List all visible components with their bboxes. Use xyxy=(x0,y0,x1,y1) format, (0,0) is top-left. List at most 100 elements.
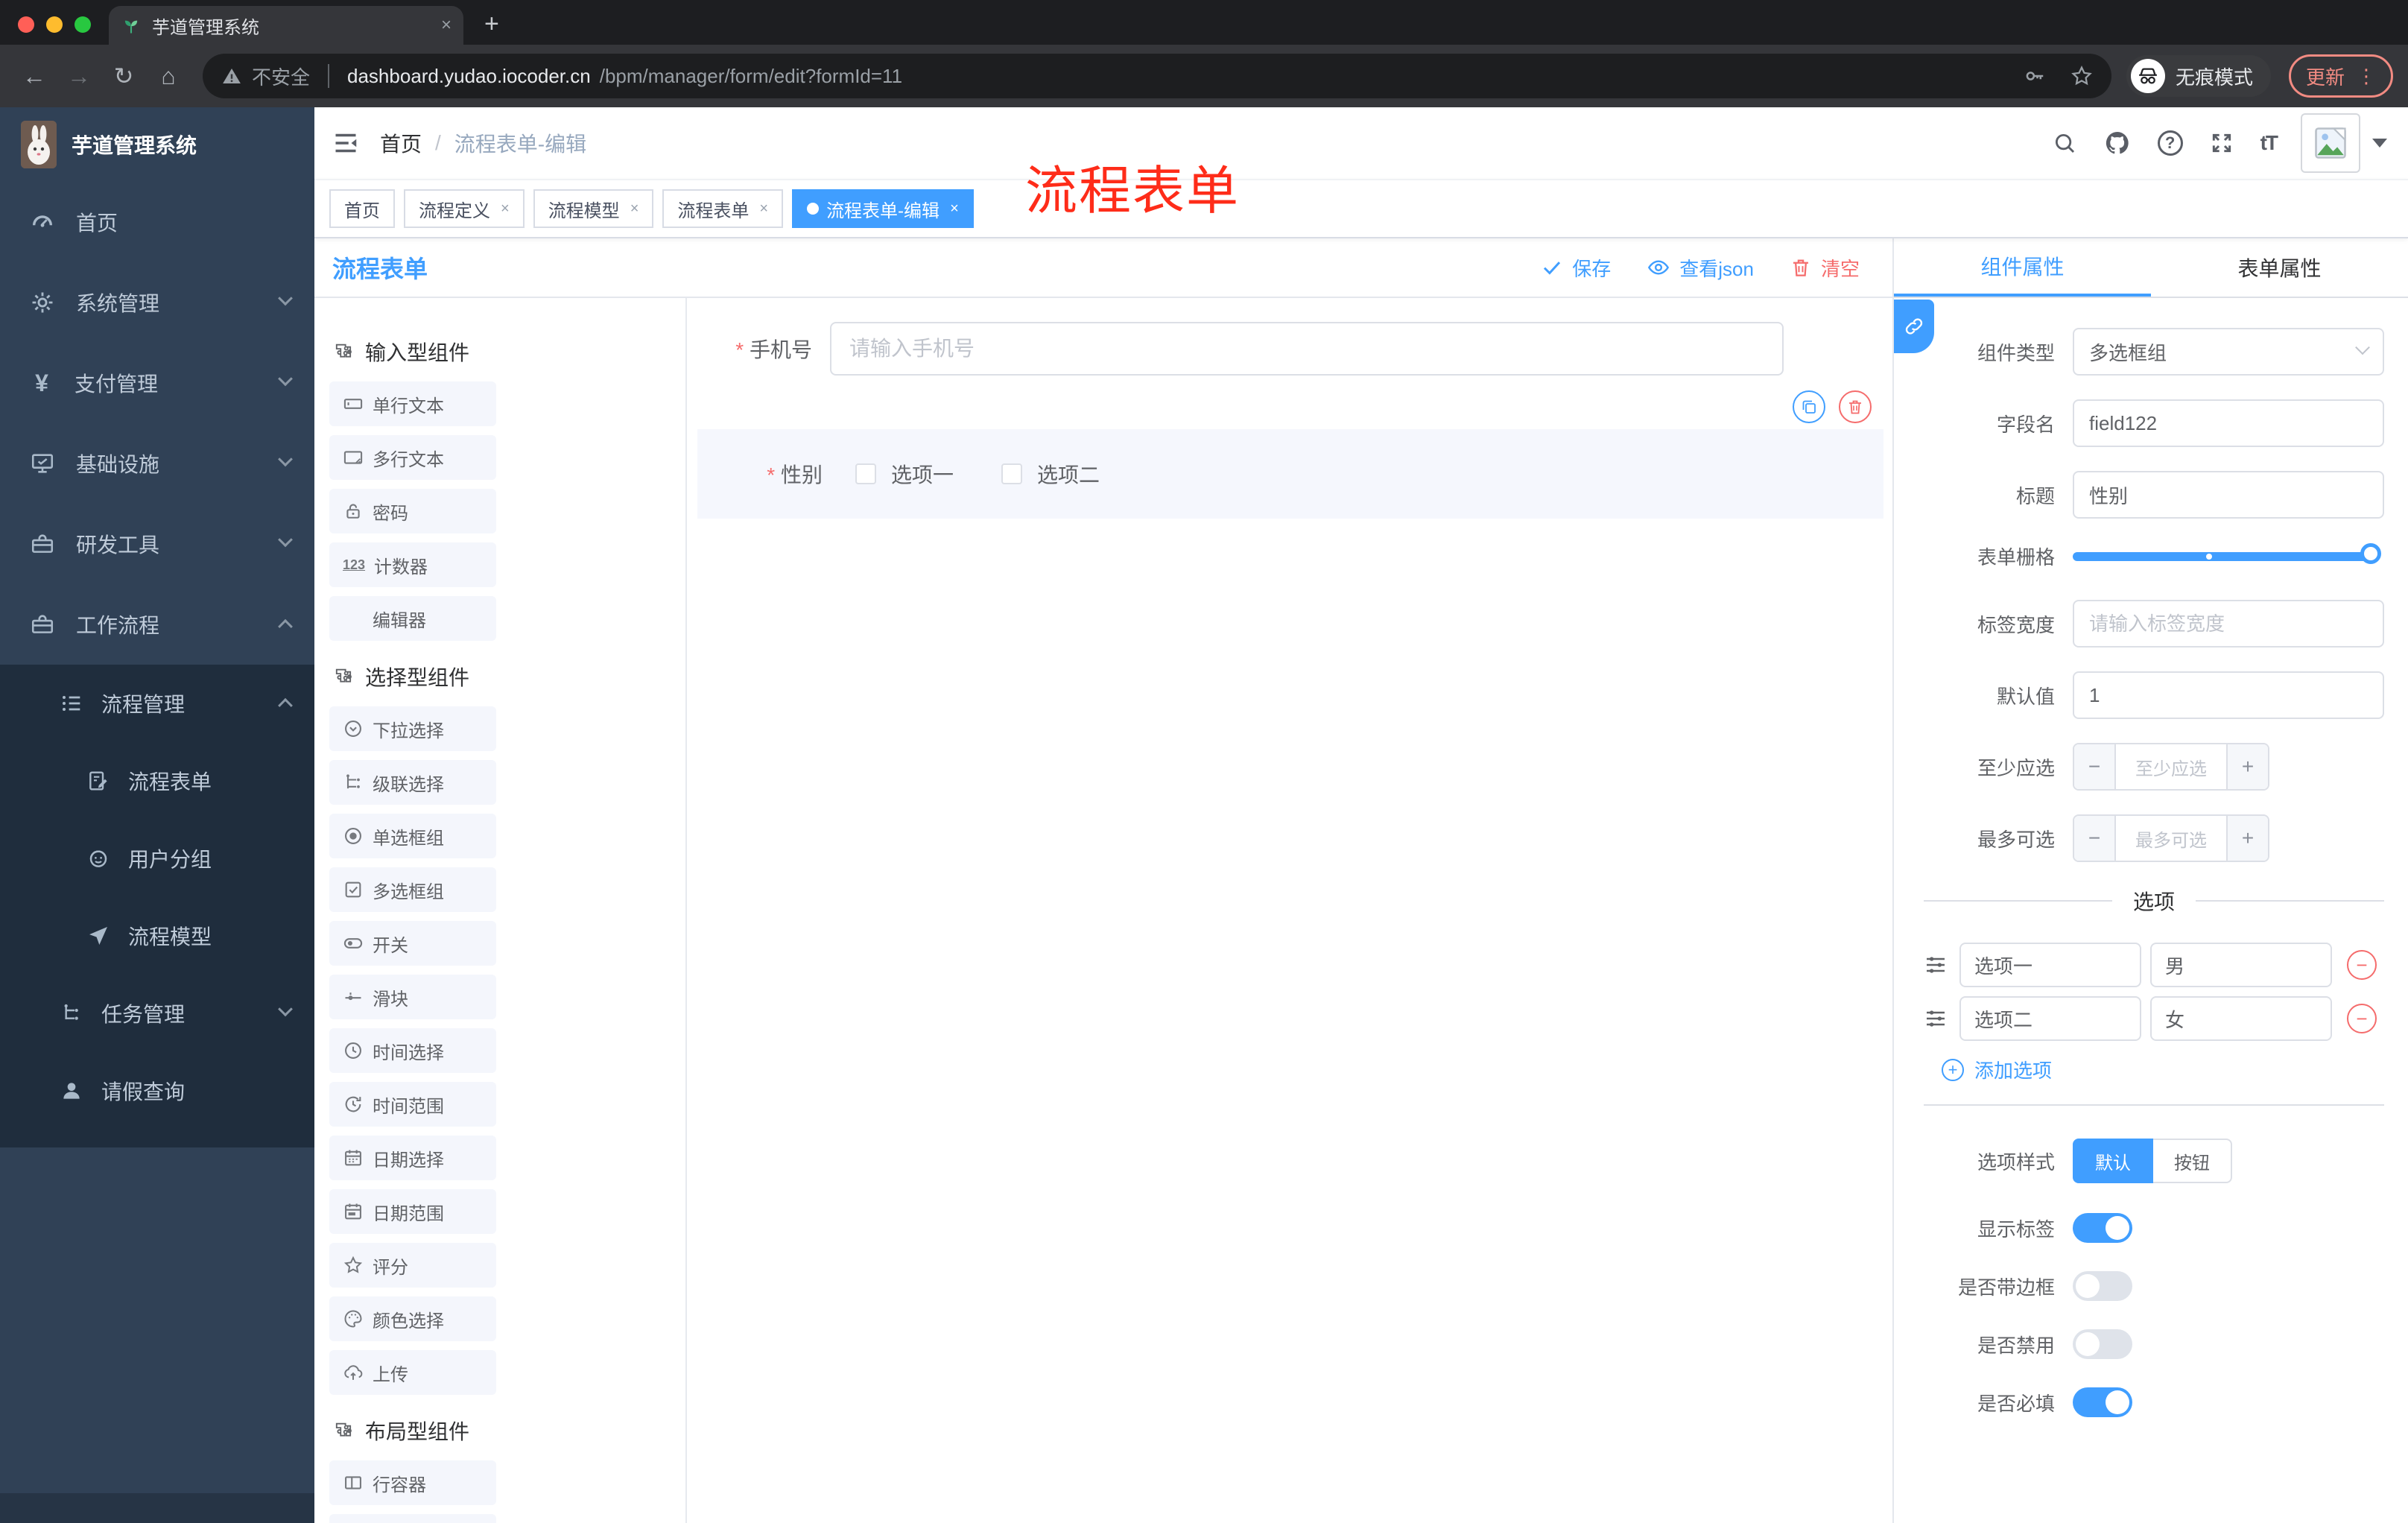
delete-field-button[interactable] xyxy=(1839,390,1872,423)
drag-handle-icon[interactable] xyxy=(1924,953,1948,977)
github-icon[interactable] xyxy=(2104,130,2131,156)
palette-item-button[interactable]: 按钮 xyxy=(329,1514,496,1523)
palette-item-multi-text[interactable]: 多行文本 xyxy=(329,435,496,480)
browser-menu-icon[interactable]: ⋮ xyxy=(2357,65,2376,88)
duplicate-field-button[interactable] xyxy=(1793,390,1825,423)
help-icon[interactable]: ? xyxy=(2157,130,2183,156)
tag-process-form-edit[interactable]: 流程表单-编辑 × xyxy=(792,189,974,228)
show-label-toggle[interactable] xyxy=(2073,1213,2132,1243)
minimize-window-button[interactable] xyxy=(46,16,63,33)
palette-item-date-range[interactable]: 日期范围 xyxy=(329,1189,496,1234)
palette-item-cascader[interactable]: 级联选择 xyxy=(329,760,496,805)
sidebar-item-system[interactable]: 系统管理 xyxy=(0,262,314,343)
window-controls[interactable] xyxy=(0,16,109,45)
tab-close-icon[interactable]: × xyxy=(441,15,452,36)
stepper-minus-button[interactable]: − xyxy=(2074,816,2116,861)
sidebar-collapse-bar[interactable] xyxy=(0,1493,314,1523)
clear-button[interactable]: 清空 xyxy=(1790,254,1860,282)
palette-item-color-picker[interactable]: 颜色选择 xyxy=(329,1296,496,1341)
disabled-toggle[interactable] xyxy=(2073,1329,2132,1359)
max-select-stepper[interactable]: − 最多可选 + xyxy=(2073,814,2269,862)
palette-item-upload[interactable]: 上传 xyxy=(329,1350,496,1395)
option-value-input[interactable] xyxy=(2150,996,2332,1041)
new-tab-button[interactable]: + xyxy=(463,10,520,45)
palette-item-radio-group[interactable]: 单选框组 xyxy=(329,814,496,858)
palette-item-rate[interactable]: 评分 xyxy=(329,1243,496,1288)
stepper-minus-button[interactable]: − xyxy=(2074,744,2116,789)
min-select-stepper[interactable]: − 至少应选 + xyxy=(2073,743,2269,791)
palette-item-slider[interactable]: 滑块 xyxy=(329,975,496,1019)
tag-close-icon[interactable]: × xyxy=(630,200,639,218)
tag-close-icon[interactable]: × xyxy=(950,200,959,218)
slider-handle[interactable] xyxy=(2360,542,2381,564)
bookmark-star-icon[interactable] xyxy=(2070,64,2094,88)
sidebar-item-devtools[interactable]: 研发工具 xyxy=(0,504,314,584)
browser-update-button[interactable]: 更新 ⋮ xyxy=(2288,54,2393,98)
fullscreen-icon[interactable] xyxy=(2210,131,2234,155)
title-input[interactable] xyxy=(2073,471,2384,519)
forward-icon[interactable]: → xyxy=(60,63,98,90)
drag-handle-icon[interactable] xyxy=(1924,1007,1948,1030)
form-grid-slider[interactable] xyxy=(2073,542,2381,564)
option-value-input[interactable] xyxy=(2150,943,2332,987)
palette-item-editor[interactable]: 编辑器 xyxy=(329,596,496,641)
label-width-input[interactable] xyxy=(2073,600,2384,647)
field-name-input[interactable] xyxy=(2073,399,2384,447)
browser-tab[interactable]: 芋道管理系统 × xyxy=(109,6,463,45)
save-button[interactable]: 保存 xyxy=(1541,254,1611,282)
breadcrumb-home[interactable]: 首页 xyxy=(380,128,422,158)
palette-item-switch[interactable]: 开关 xyxy=(329,921,496,966)
canvas-field-phone[interactable]: 手机号 xyxy=(687,322,1892,376)
stepper-plus-button[interactable]: + xyxy=(2226,744,2268,789)
required-toggle[interactable] xyxy=(2073,1387,2132,1417)
sidebar-item-leave-query[interactable]: 请假查询 xyxy=(0,1052,314,1130)
avatar-caret-down-icon[interactable] xyxy=(2372,139,2387,148)
sidebar-item-infrastructure[interactable]: 基础设施 xyxy=(0,423,314,504)
tag-close-icon[interactable]: × xyxy=(501,200,510,218)
tag-process-form[interactable]: 流程表单 × xyxy=(662,189,784,228)
palette-item-password[interactable]: 密码 xyxy=(329,489,496,533)
add-option-button[interactable]: + 添加选项 xyxy=(1942,1056,2384,1083)
close-window-button[interactable] xyxy=(18,16,34,33)
sidebar-item-task-manage[interactable]: 任务管理 xyxy=(0,975,314,1052)
palette-item-row-container[interactable]: 行容器 xyxy=(329,1460,496,1505)
sidebar-item-user-group[interactable]: 用户分组 xyxy=(0,820,314,897)
palette-item-time-range[interactable]: 时间范围 xyxy=(329,1082,496,1127)
stepper-plus-button[interactable]: + xyxy=(2226,816,2268,861)
option-label-input[interactable] xyxy=(1959,996,2141,1041)
view-json-button[interactable]: 查看json xyxy=(1647,254,1754,282)
user-avatar[interactable] xyxy=(2301,113,2360,173)
gender-option2-label[interactable]: 选项二 xyxy=(1037,459,1100,489)
gender-option2-checkbox[interactable] xyxy=(1001,463,1023,484)
search-icon[interactable] xyxy=(2052,130,2077,156)
option-label-input[interactable] xyxy=(1959,943,2141,987)
form-canvas[interactable]: 手机号 性别 选项 xyxy=(687,298,1892,1523)
palette-item-time-picker[interactable]: 时间选择 xyxy=(329,1028,496,1073)
address-bar[interactable]: 不安全 dashboard.yudao.iocoder.cn/bpm/manag… xyxy=(203,54,2111,98)
canvas-field-gender-selected[interactable]: 性别 选项一 选项二 xyxy=(697,390,1883,519)
sidebar-item-payment[interactable]: ¥ 支付管理 xyxy=(0,343,314,423)
sidebar-item-workflow[interactable]: 工作流程 xyxy=(0,584,314,665)
palette-item-single-text[interactable]: 单行文本 xyxy=(329,381,496,426)
password-key-icon[interactable] xyxy=(2024,65,2046,87)
style-default-button[interactable]: 默认 xyxy=(2073,1139,2153,1183)
default-value-input[interactable] xyxy=(2073,671,2384,719)
font-size-icon[interactable]: tT xyxy=(2260,131,2278,155)
doc-link-tab[interactable] xyxy=(1894,300,1934,353)
gender-option1-checkbox[interactable] xyxy=(855,463,876,484)
tab-form-props[interactable]: 表单属性 xyxy=(2151,238,2408,297)
back-icon[interactable]: ← xyxy=(15,63,54,90)
gender-option1-label[interactable]: 选项一 xyxy=(891,459,954,489)
palette-item-checkbox-group[interactable]: 多选框组 xyxy=(329,867,496,912)
phone-input[interactable] xyxy=(830,322,1784,376)
tag-process-definition[interactable]: 流程定义 × xyxy=(404,189,525,228)
tag-close-icon[interactable]: × xyxy=(759,200,768,218)
remove-option-button[interactable]: − xyxy=(2347,1004,2377,1033)
sidebar-item-home[interactable]: 首页 xyxy=(0,182,314,262)
component-type-select[interactable]: 多选框组 xyxy=(2073,328,2384,376)
palette-item-counter[interactable]: 123 计数器 xyxy=(329,542,496,587)
reload-icon[interactable]: ↻ xyxy=(104,62,143,90)
with-border-toggle[interactable] xyxy=(2073,1271,2132,1301)
home-icon[interactable]: ⌂ xyxy=(149,63,188,90)
sidebar-item-process-form[interactable]: 流程表单 xyxy=(0,742,314,820)
